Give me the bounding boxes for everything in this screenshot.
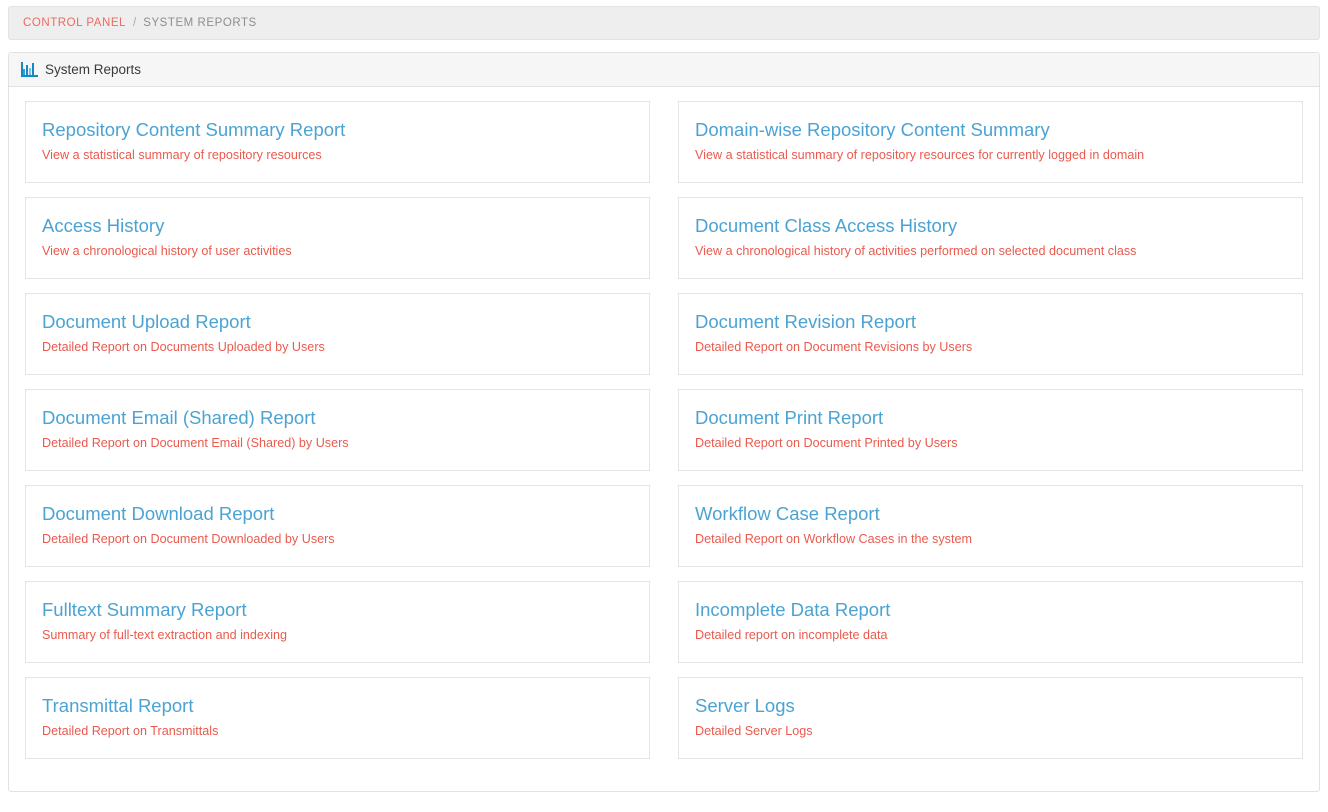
panel-title-label: System Reports bbox=[45, 62, 142, 77]
page-root: CONTROL PANEL / SYSTEM REPORTS System Re… bbox=[0, 0, 1328, 812]
report-card[interactable]: Transmittal Report Detailed Report on Tr… bbox=[25, 677, 650, 759]
report-card-title: Repository Content Summary Report bbox=[42, 119, 346, 140]
report-card[interactable]: Document Upload Report Detailed Report o… bbox=[25, 293, 650, 375]
breadcrumb-item-control-panel[interactable]: CONTROL PANEL bbox=[23, 17, 126, 29]
report-card-title: Domain-wise Repository Content Summary bbox=[695, 119, 1050, 140]
report-card-title: Document Email (Shared) Report bbox=[42, 407, 316, 428]
report-card-title: Workflow Case Report bbox=[695, 503, 880, 524]
report-card-title: Document Print Report bbox=[695, 407, 884, 428]
report-card[interactable]: Fulltext Summary Report Summary of full-… bbox=[25, 581, 650, 663]
system-reports-panel: System Reports Repository Content Summar… bbox=[8, 52, 1320, 792]
report-column-right: Domain-wise Repository Content Summary V… bbox=[678, 101, 1303, 773]
report-card-description: Detailed Report on Document Printed by U… bbox=[695, 436, 958, 451]
report-card-title: Transmittal Report bbox=[42, 695, 194, 716]
panel-header: System Reports bbox=[9, 53, 1319, 87]
report-card-title: Document Upload Report bbox=[42, 311, 251, 332]
report-card-description: Detailed Report on Transmittals bbox=[42, 724, 219, 739]
breadcrumb-separator: / bbox=[133, 17, 137, 29]
report-grid: Repository Content Summary Report View a… bbox=[25, 101, 1303, 773]
report-card-description: Detailed Server Logs bbox=[695, 724, 813, 739]
report-card[interactable]: Document Email (Shared) Report Detailed … bbox=[25, 389, 650, 471]
report-card-title: Incomplete Data Report bbox=[695, 599, 891, 620]
report-card-title: Access History bbox=[42, 215, 165, 236]
report-card[interactable]: Domain-wise Repository Content Summary V… bbox=[678, 101, 1303, 183]
report-card-title: Server Logs bbox=[695, 695, 795, 716]
bar-chart-icon bbox=[21, 62, 38, 77]
report-card-description: View a statistical summary of repository… bbox=[42, 148, 322, 163]
report-card-description: View a statistical summary of repository… bbox=[695, 148, 1145, 163]
breadcrumb-item-system-reports: SYSTEM REPORTS bbox=[143, 17, 257, 29]
report-card-description: Detailed Report on Document Revisions by… bbox=[695, 340, 973, 355]
report-card-description: Detailed Report on Document Downloaded b… bbox=[42, 532, 335, 547]
report-card[interactable]: Document Download Report Detailed Report… bbox=[25, 485, 650, 567]
panel-body: Repository Content Summary Report View a… bbox=[9, 87, 1319, 791]
report-column-left: Repository Content Summary Report View a… bbox=[25, 101, 650, 773]
report-card-description: View a chronological history of user act… bbox=[42, 244, 292, 259]
report-card-title: Document Revision Report bbox=[695, 311, 917, 332]
report-card[interactable]: Document Class Access History View a chr… bbox=[678, 197, 1303, 279]
report-card[interactable]: Access History View a chronological hist… bbox=[25, 197, 650, 279]
page-title: System Reports bbox=[21, 62, 141, 77]
report-card-description: Detailed Report on Workflow Cases in the… bbox=[695, 532, 972, 547]
report-card-title: Document Class Access History bbox=[695, 215, 958, 236]
report-card-description: Summary of full-text extraction and inde… bbox=[42, 628, 287, 643]
report-card[interactable]: Incomplete Data Report Detailed report o… bbox=[678, 581, 1303, 663]
report-card[interactable]: Repository Content Summary Report View a… bbox=[25, 101, 650, 183]
report-card-title: Document Download Report bbox=[42, 503, 275, 524]
breadcrumb: CONTROL PANEL / SYSTEM REPORTS bbox=[8, 6, 1320, 40]
report-card-description: Detailed report on incomplete data bbox=[695, 628, 888, 643]
report-card-description: View a chronological history of activiti… bbox=[695, 244, 1137, 259]
report-card-title: Fulltext Summary Report bbox=[42, 599, 247, 620]
report-card[interactable]: Document Print Report Detailed Report on… bbox=[678, 389, 1303, 471]
report-card-description: Detailed Report on Document Email (Share… bbox=[42, 436, 349, 451]
report-card[interactable]: Server Logs Detailed Server Logs bbox=[678, 677, 1303, 759]
report-card[interactable]: Workflow Case Report Detailed Report on … bbox=[678, 485, 1303, 567]
report-card-description: Detailed Report on Documents Uploaded by… bbox=[42, 340, 325, 355]
report-card[interactable]: Document Revision Report Detailed Report… bbox=[678, 293, 1303, 375]
